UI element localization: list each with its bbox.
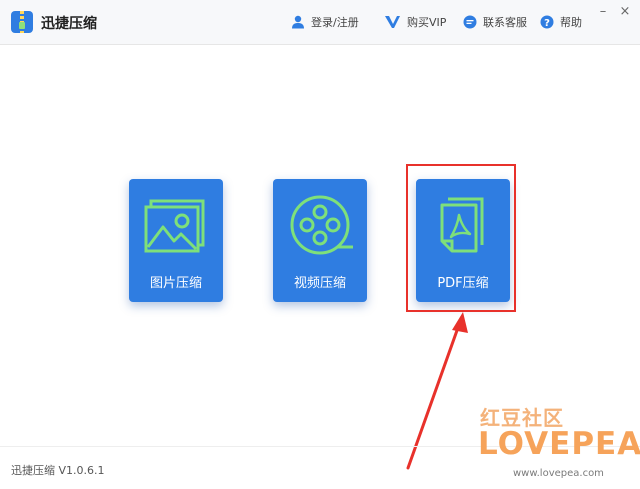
pdf-compress-label: PDF压缩 [437, 276, 489, 291]
image-compress-card[interactable]: 图片压缩 [129, 179, 223, 302]
support-label: 联系客服 [483, 16, 527, 29]
user-icon [292, 15, 304, 29]
image-compress-label: 图片压缩 [149, 276, 202, 291]
image-icon [144, 199, 205, 253]
pdf-compress-card[interactable]: PDF压缩 [416, 179, 510, 302]
film-reel-icon [290, 195, 353, 255]
help-icon: ? [540, 15, 554, 29]
app-title: 迅捷压缩 [41, 16, 97, 32]
watermark-url: www.lovepea.com [513, 468, 604, 479]
watermark: 红豆社区 LOVEPEA www.lovepea.com [470, 402, 640, 489]
vip-icon [385, 16, 400, 28]
watermark-logo: LOVEPEA [478, 426, 640, 462]
close-button[interactable]: × [617, 4, 633, 20]
chat-icon [463, 15, 477, 29]
svg-text:?: ? [544, 18, 550, 29]
buy-vip-button[interactable]: 购买VIP [385, 14, 446, 30]
video-compress-card[interactable]: 视频压缩 [273, 179, 367, 302]
minimize-button[interactable]: – [595, 4, 611, 20]
login-label: 登录/注册 [311, 16, 359, 29]
help-label: 帮助 [560, 16, 582, 29]
help-button[interactable]: ? 帮助 [540, 14, 582, 30]
login-button[interactable]: 登录/注册 [291, 14, 359, 30]
app-logo-icon [11, 11, 33, 33]
title-bar: 迅捷压缩 登录/注册 购买VIP 联系客服 ? 帮助 – × [0, 0, 640, 45]
version-label: 迅捷压缩 V1.0.6.1 [11, 464, 105, 477]
vip-label: 购买VIP [407, 16, 447, 29]
contact-support-button[interactable]: 联系客服 [463, 14, 527, 30]
pdf-icon [440, 197, 484, 253]
video-compress-label: 视频压缩 [293, 276, 346, 291]
